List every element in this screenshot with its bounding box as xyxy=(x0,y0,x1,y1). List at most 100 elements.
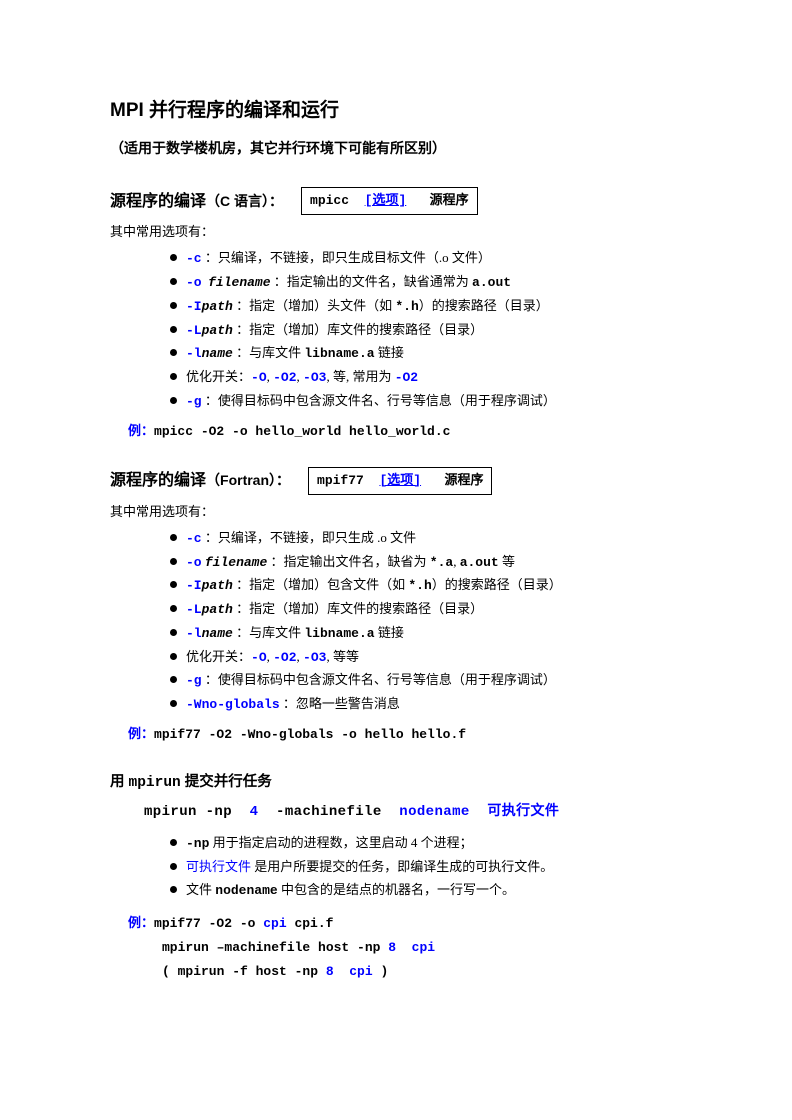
ex-line2: mpirun –machinefile host -np 8 cpi xyxy=(162,936,682,960)
flag-o: -o xyxy=(186,275,202,290)
text: ：指定（增加）头文件（如 xyxy=(233,298,396,313)
sec1-option-list: -c ：只编译，不链接，即只生成目标文件（.o 文件） -o filename … xyxy=(170,247,682,413)
sec2-option-list: -c ：只编译，不链接，即只生成 .o 文件 -o filename ：指定输出… xyxy=(170,527,682,717)
text: 文件 xyxy=(186,882,215,897)
sec2-head-paren: （Fortran）： xyxy=(206,472,290,488)
text: ）的搜索路径（目录） xyxy=(432,577,562,592)
list-item: 可执行文件 是用户所要提交的任务，即编译生成的可执行文件。 xyxy=(170,856,682,879)
list-item: -g ：使得目标码中包含源文件名、行号等信息（用于程序调试） xyxy=(170,390,682,414)
ex3c: ) xyxy=(373,964,389,979)
aout: a.out xyxy=(460,555,499,570)
ex-line3: ( mpirun -f host -np 8 cpi ) xyxy=(162,960,682,984)
text: ：与库文件 xyxy=(233,625,305,640)
text: , 等等 xyxy=(326,649,359,664)
flag-O: -O xyxy=(251,650,267,665)
text: 优化开关： xyxy=(186,649,251,664)
text: ：指定输出文件名，缺省为 xyxy=(267,554,430,569)
list-item: 优化开关：-O, -O2, -O3, 等等 xyxy=(170,646,682,670)
ex3a: ( mpirun -f host -np xyxy=(162,964,326,979)
text: , 等, 常用为 xyxy=(326,369,394,384)
sec3-head-pre: 用 xyxy=(110,774,129,790)
text: ：指定（增加）库文件的搜索路径（目录） xyxy=(233,322,483,337)
list-item: 优化开关：-O, -O2, -O3, 等, 常用为 -O2 xyxy=(170,366,682,390)
lib: libname.a xyxy=(304,346,374,361)
sec2-command-box: mpif77 [选项] 源程序 xyxy=(308,467,492,495)
flag-I: -I xyxy=(186,578,202,593)
ex2n: 8 xyxy=(388,940,396,955)
example-command: mpicc -O2 -o hello_world hello_world.c xyxy=(154,424,450,439)
sec2-example: 例：mpif77 -O2 -Wno-globals -o hello hello… xyxy=(128,723,682,746)
arg: path xyxy=(202,578,233,593)
list-item: 文件 nodename 中包含的是结点的机器名，一行写一个。 xyxy=(170,879,682,903)
ex1a: mpif77 -O2 -o xyxy=(154,916,263,931)
arg: path xyxy=(202,602,233,617)
list-item: -c ：只编译，不链接，即只生成 .o 文件 xyxy=(170,527,682,551)
list-item: -o filename ：指定输出文件名，缺省为 *.a, a.out 等 xyxy=(170,551,682,575)
text: ：指定（增加）库文件的搜索路径（目录） xyxy=(233,601,483,616)
text: 是用户所要提交的任务，即编译生成的可执行文件。 xyxy=(251,859,553,874)
ex1c: cpi.f xyxy=(287,916,334,931)
list-item: -g ：使得目标码中包含源文件名、行号等信息（用于程序调试） xyxy=(170,669,682,693)
sec3-list: -np 用于指定启动的进程数，这里启动 4 个进程； 可执行文件 是用户所要提交… xyxy=(170,832,682,902)
arg: path xyxy=(202,323,233,338)
example-command: mpif77 -O2 -Wno-globals -o hello hello.f xyxy=(154,727,466,742)
flag-O2b: -O2 xyxy=(395,370,418,385)
a: *.a xyxy=(430,555,453,570)
ext: *.h xyxy=(408,578,431,593)
text: ：使得目标码中包含源文件名、行号等信息（用于程序调试） xyxy=(202,672,556,687)
lib: libname.a xyxy=(304,626,374,641)
list-item: -lname ：与库文件 libname.a 链接 xyxy=(170,622,682,646)
cmd-b: -machinefile xyxy=(276,804,382,820)
flag-g: -g xyxy=(186,394,202,409)
text: ：只编译，不链接，即只生成 .o 文件 xyxy=(202,530,417,545)
sec1-box-cmd: mpicc xyxy=(310,193,349,208)
arg: filename xyxy=(208,275,270,290)
sec1-box-opt: [选项] xyxy=(365,193,407,208)
flag-g: -g xyxy=(186,673,202,688)
list-item: -Wno-globals ：忽略一些警告消息 xyxy=(170,693,682,717)
flag-O3: -O3 xyxy=(303,650,326,665)
sec2-box-cmd: mpif77 xyxy=(317,473,364,488)
text: ）的搜索路径（目录） xyxy=(419,298,549,313)
cmd-c: nodename xyxy=(399,804,469,820)
text: ：使得目标码中包含源文件名、行号等信息（用于程序调试） xyxy=(202,393,556,408)
cmd-n: 4 xyxy=(250,804,259,820)
exe-label: 可执行文件 xyxy=(186,859,251,874)
list-item: -np 用于指定启动的进程数，这里启动 4 个进程； xyxy=(170,832,682,856)
sec2-intro: 其中常用选项有： xyxy=(110,501,682,523)
ex3n: 8 xyxy=(326,964,334,979)
text: 链接 xyxy=(375,625,404,640)
ext: *.h xyxy=(395,299,418,314)
text: ：只编译，不链接，即只生成目标文件（.o 文件） xyxy=(202,250,491,265)
aout: a.out xyxy=(472,275,511,290)
section3-heading: 用 mpirun 提交并行任务 xyxy=(110,770,682,796)
sec1-box-arg: 源程序 xyxy=(430,193,469,208)
flag-c: -c xyxy=(186,251,202,266)
flag-L: -L xyxy=(186,602,202,617)
sec3-example: 例：mpif77 -O2 -o cpi cpi.f mpirun –machin… xyxy=(128,911,682,984)
ex2a: mpirun –machinefile host -np xyxy=(162,940,388,955)
list-item: -c ：只编译，不链接，即只生成目标文件（.o 文件） xyxy=(170,247,682,271)
page-subtitle: （适用于数学楼机房，其它并行环境下可能有所区别） xyxy=(110,137,682,161)
flag-O: -O xyxy=(251,370,267,385)
text: 优化开关： xyxy=(186,369,251,384)
list-item: -Ipath ：指定（增加）包含文件（如 *.h）的搜索路径（目录） xyxy=(170,574,682,598)
flag-L: -L xyxy=(186,323,202,338)
sec3-head-post: 提交并行任务 xyxy=(181,774,272,790)
section2-heading: 源程序的编译（Fortran）： xyxy=(110,467,290,494)
text: ：指定（增加）包含文件（如 xyxy=(233,577,409,592)
flag-o: -o xyxy=(186,555,202,570)
sec1-head-paren: （C 语言）： xyxy=(206,193,283,209)
list-item: -Lpath ：指定（增加）库文件的搜索路径（目录） xyxy=(170,319,682,343)
section1-heading: 源程序的编译（C 语言）： xyxy=(110,188,283,215)
example-label: 例： xyxy=(128,915,154,930)
example-label: 例： xyxy=(128,423,154,438)
flag-I: -I xyxy=(186,299,202,314)
text: 链接 xyxy=(375,345,404,360)
arg: name xyxy=(202,346,233,361)
ex2b: cpi xyxy=(412,940,435,955)
arg: filename xyxy=(205,555,267,570)
cmd-d: 可执行文件 xyxy=(487,804,559,819)
list-item: -o filename ：指定输出的文件名，缺省通常为 a.out xyxy=(170,271,682,295)
flag-l: -l xyxy=(186,346,202,361)
